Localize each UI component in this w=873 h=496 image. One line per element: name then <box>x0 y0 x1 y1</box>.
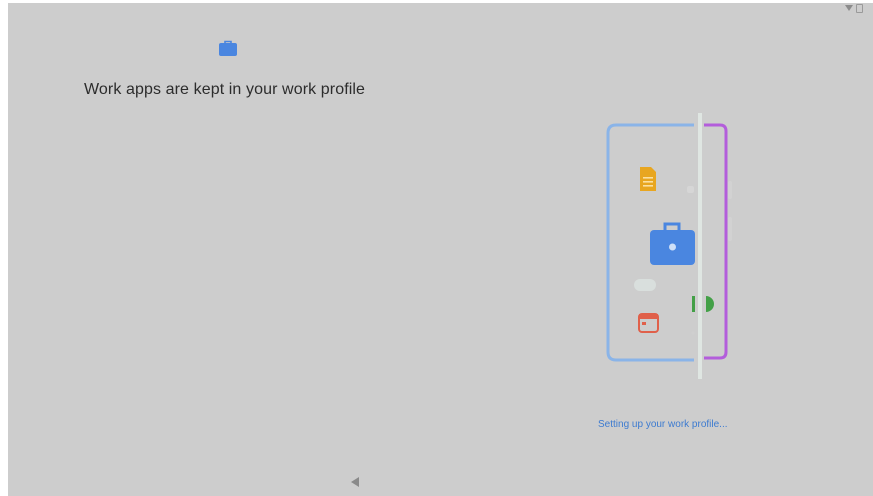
work-profile-outline <box>704 123 728 360</box>
faint-side-shape <box>728 217 732 241</box>
faint-dot <box>691 331 695 335</box>
faint-pill <box>634 279 656 291</box>
work-profile-illustration <box>606 113 732 379</box>
faint-dot <box>687 186 694 193</box>
setup-status-text: Setting up your work profile... <box>598 419 728 430</box>
battery-icon <box>856 3 863 13</box>
briefcase-icon <box>219 40 237 56</box>
wifi-icon <box>845 5 853 11</box>
setup-screen: Work apps are kept in your work profile <box>8 3 873 496</box>
phone-icon <box>692 296 714 312</box>
calendar-icon <box>638 313 659 333</box>
faint-side-shape <box>728 181 732 199</box>
briefcase-icon <box>650 222 695 265</box>
document-icon <box>640 167 656 191</box>
status-bar <box>845 3 863 13</box>
page-title: Work apps are kept in your work profile <box>84 81 366 98</box>
back-icon[interactable] <box>351 477 359 487</box>
